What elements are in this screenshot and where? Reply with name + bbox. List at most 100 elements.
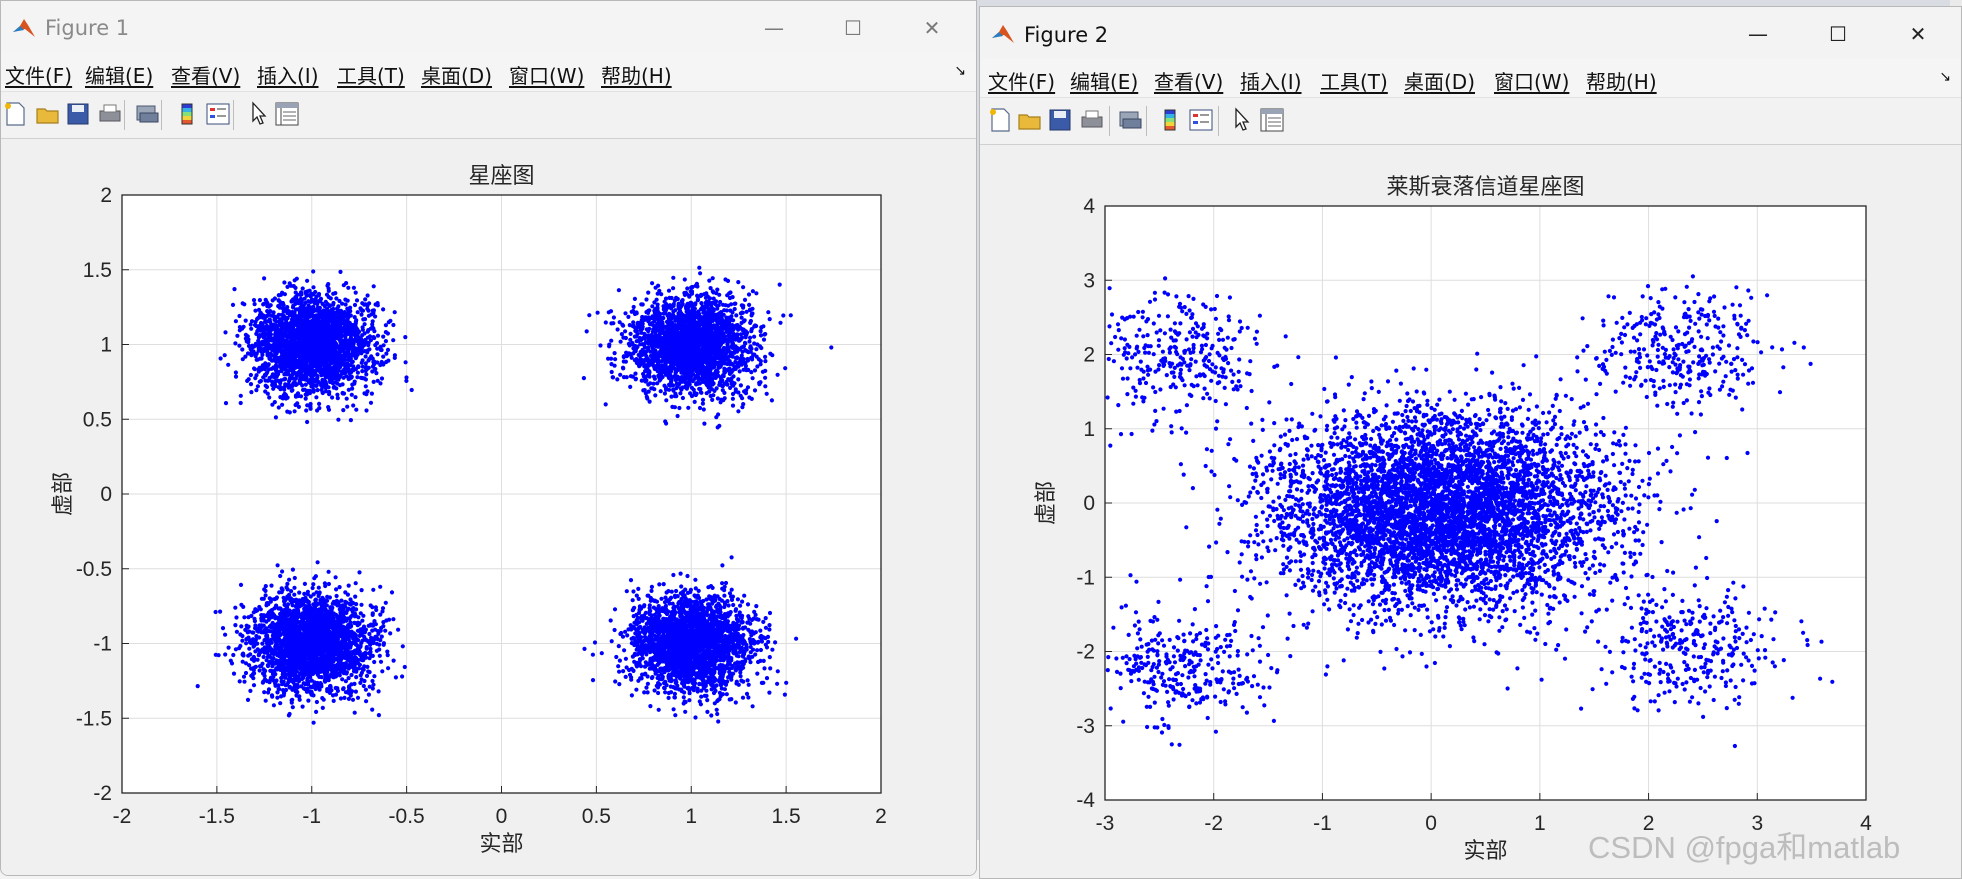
menu-view[interactable]: 查看(V) [171,60,240,89]
data-point [623,311,628,316]
data-point [348,370,354,375]
legend-icon[interactable] [204,100,232,128]
data-point [348,418,353,423]
data-point [745,356,750,362]
data-point [607,342,612,347]
data-point [356,364,361,370]
data-point [358,350,363,355]
data-point [603,320,608,325]
data-point [294,382,299,387]
colorbar-icon[interactable] [173,100,201,128]
data-point [699,357,704,362]
close-button[interactable]: ✕ [909,11,955,45]
data-point [656,283,661,288]
data-point [733,366,738,371]
data-point [272,296,277,301]
data-point [267,325,272,330]
data-point [315,388,320,393]
data-point [254,351,259,356]
data-point [323,389,329,394]
data-point [347,338,352,343]
data-point [331,291,336,296]
data-point [314,294,319,299]
data-point [671,302,676,307]
data-point [728,327,733,332]
data-point [717,423,722,428]
new-file-icon[interactable] [1,100,29,128]
data-point [275,378,280,383]
data-point [304,362,309,367]
data-point [295,315,300,320]
data-point [223,330,228,335]
menu-file[interactable]: 文件(F) [5,60,72,89]
axes[interactable]: -2 -1.5 -1 -0.5 0 0.5 1 1.5 2-2-1.5-1-0.500.511.… [1,139,977,876]
data-point [246,377,251,382]
data-point [381,334,386,339]
menu-bar: 文件(F) 编辑(E) 查看(V) 插入(I) 工具(T) 桌面(D) 窗口(W… [1,53,976,92]
data-point [325,302,330,307]
data-point [632,325,637,330]
data-point [293,328,298,333]
data-point [303,335,308,340]
data-point [280,300,285,306]
data-point [317,313,322,318]
data-point [687,356,692,361]
data-point [659,292,664,297]
data-point [305,419,310,425]
data-point [385,331,390,336]
data-point [646,389,651,394]
save-icon[interactable] [64,100,92,128]
data-point [730,396,736,401]
data-point [280,402,285,407]
data-point [324,308,329,313]
maximize-button[interactable]: ☐ [830,11,876,45]
minimize-button[interactable]: — [751,11,797,45]
pointer-icon[interactable] [245,100,273,128]
data-point [750,376,755,381]
print-preview-icon[interactable] [133,100,161,128]
data-point [319,324,324,329]
data-point [278,292,284,297]
data-point [316,317,321,322]
data-point [305,331,310,336]
data-point [360,327,365,332]
data-point [649,386,654,391]
data-point [257,298,262,303]
data-point [724,315,729,320]
data-point [270,336,275,341]
data-point [663,361,668,366]
data-point [708,359,714,364]
data-point [686,338,691,343]
data-point [355,337,360,342]
data-point [240,326,245,331]
data-point [342,345,347,350]
menu-edit[interactable]: 编辑(E) [85,60,153,89]
data-point [673,315,678,320]
menu-window[interactable]: 窗口(W) [509,60,584,89]
menu-help[interactable]: 帮助(H) [601,60,672,89]
title-bar[interactable]: Figure 1 — ☐ ✕ [1,1,976,53]
open-folder-icon[interactable] [34,100,62,128]
data-point [233,370,238,375]
menu-tools[interactable]: 工具(T) [337,60,405,89]
data-point [627,323,632,328]
data-point [726,303,731,308]
data-point [347,313,352,318]
data-point [277,305,282,310]
data-point [623,329,628,334]
data-point [644,353,649,359]
data-point [307,335,312,340]
dock-arrow-icon[interactable]: ↘ [954,63,966,79]
print-icon[interactable] [96,100,124,128]
data-point [249,390,254,395]
data-point [621,354,627,359]
data-point [346,325,351,330]
data-point [280,395,285,401]
menu-insert[interactable]: 插入(I) [257,60,319,89]
property-inspector-icon[interactable] [273,100,301,128]
menu-desktop[interactable]: 桌面(D) [421,60,492,89]
data-point [647,399,652,404]
data-point [742,297,748,302]
data-point [671,275,676,280]
data-point [370,308,375,313]
